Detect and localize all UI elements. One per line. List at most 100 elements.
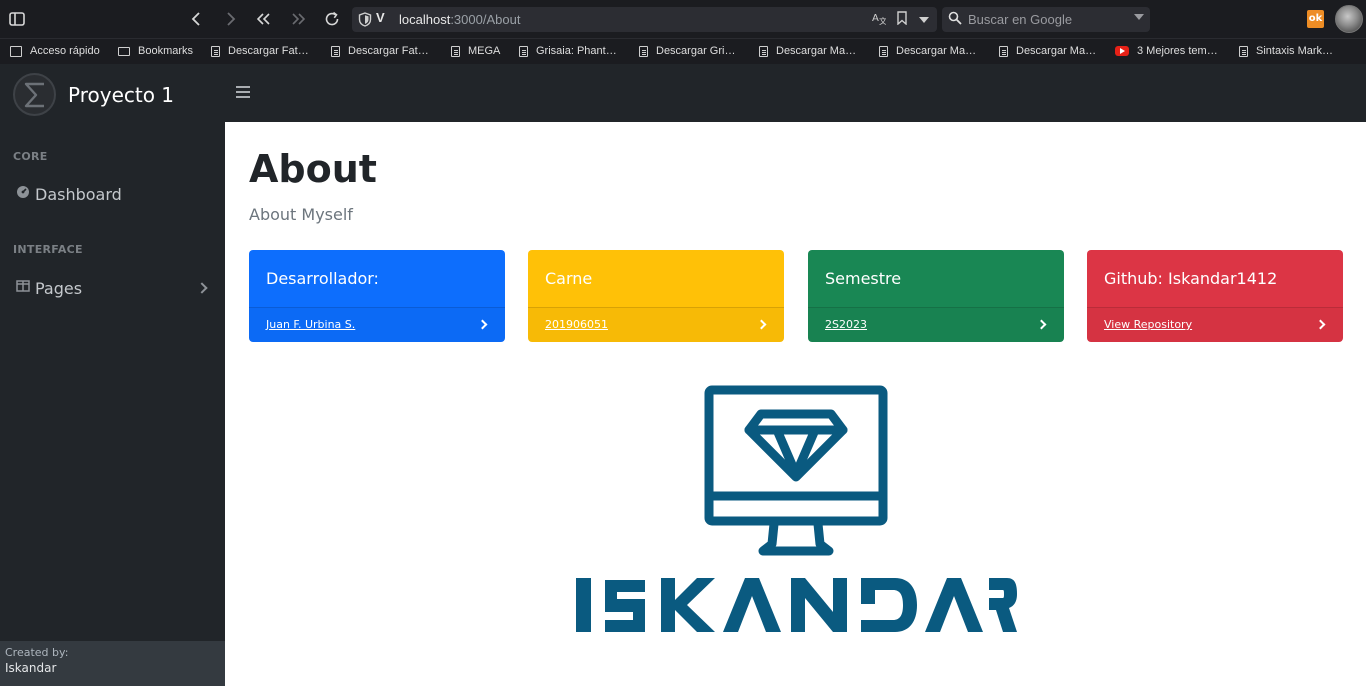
bookmark-item[interactable]: Grisaia: Phant…	[519, 45, 617, 57]
page-icon	[639, 45, 648, 57]
bookmark-label: Sintaxis Mark…	[1256, 45, 1334, 57]
folder-icon	[118, 46, 130, 56]
search-icon	[948, 11, 962, 29]
reload-icon[interactable]	[320, 7, 344, 31]
sidebar-item-label: Pages	[35, 278, 83, 298]
brand-title[interactable]: Proyecto 1	[68, 83, 174, 107]
page-icon	[999, 45, 1008, 57]
card-link[interactable]: View Repository	[1104, 318, 1192, 331]
footer-name: Iskandar	[5, 661, 57, 675]
bookmark-label: Acceso rápido	[30, 45, 100, 57]
card-link[interactable]: 2S2023	[825, 318, 867, 331]
sidebar-heading-interface: INTERFACE	[13, 243, 83, 256]
page-icon	[211, 45, 220, 57]
sidebar-item-dashboard[interactable]: Dashboard	[0, 174, 225, 214]
columns-icon	[16, 280, 30, 296]
profile-avatar[interactable]	[1335, 5, 1363, 33]
bookmark-label: Grisaia: Phant…	[536, 45, 617, 57]
page-icon	[759, 45, 768, 57]
chevron-right-icon	[196, 282, 208, 294]
bookmark-item[interactable]: Acceso rápido	[10, 45, 100, 57]
url-host: localhost	[399, 12, 451, 27]
svg-text:A: A	[872, 13, 879, 24]
bookmark-label: MEGA	[468, 45, 501, 57]
bookmark-label: Descargar Ma…	[1016, 45, 1097, 57]
card-title: Desarrollador:	[266, 269, 379, 288]
page-icon	[331, 45, 340, 57]
card-carne: Carne 201906051	[528, 250, 784, 342]
card-footer[interactable]: View Repository	[1087, 307, 1343, 342]
bookmark-item[interactable]: Descargar Ma…	[879, 45, 976, 57]
card-title: Semestre	[825, 269, 902, 288]
bookmark-label: Descargar Fat…	[228, 45, 309, 57]
bookmark-item[interactable]: Descargar Fat…	[331, 45, 429, 57]
menu-toggle-icon[interactable]	[236, 86, 250, 98]
card-link[interactable]: 201906051	[545, 318, 608, 331]
footer-caption: Created by:	[5, 646, 69, 659]
quick-access-icon	[10, 45, 22, 57]
browser-toolbar: V localhost:3000/About A文 Buscar en Goog…	[0, 0, 1366, 38]
card-footer[interactable]: 201906051	[528, 307, 784, 342]
rewind-icon[interactable]	[252, 7, 276, 31]
bookmark-item[interactable]: Sintaxis Mark…	[1239, 45, 1333, 57]
site-info-icon[interactable]: V	[376, 10, 385, 25]
brand-logo-icon[interactable]	[13, 73, 56, 116]
page-subtitle: About Myself	[249, 205, 353, 224]
card-developer: Desarrollador: Juan F. Urbina S.	[249, 250, 505, 342]
sidebar-item-label: Dashboard	[35, 184, 122, 204]
sidebar-toggle-icon[interactable]	[5, 7, 29, 31]
card-footer[interactable]: Juan F. Urbina S.	[249, 307, 505, 342]
bookmark-icon[interactable]	[897, 11, 907, 29]
bookmark-label: Bookmarks	[138, 45, 194, 57]
bookmark-item[interactable]: Descargar Gri…	[639, 45, 735, 57]
search-engine-dropdown-icon[interactable]	[1134, 14, 1144, 20]
page-title: About	[249, 147, 377, 191]
dashboard-icon	[16, 185, 30, 203]
bookmark-label: Descargar Gri…	[656, 45, 736, 57]
card-footer[interactable]: 2S2023	[808, 307, 1064, 342]
back-icon[interactable]	[184, 7, 208, 31]
bookmark-item[interactable]: MEGA	[451, 45, 500, 57]
chevron-right-icon	[477, 319, 488, 330]
bookmarks-bar: Acceso rápido Bookmarks Descargar Fat… D…	[0, 38, 1366, 64]
sidebar: CORE Dashboard INTERFACE Pages Created b…	[0, 122, 225, 686]
translate-icon[interactable]: A文	[872, 11, 887, 29]
address-bar[interactable]: V localhost:3000/About A文	[352, 7, 937, 32]
bookmark-label: 3 Mejores tem…	[1137, 45, 1218, 57]
bookmark-label: Descargar Ma…	[896, 45, 977, 57]
card-title: Github: Iskandar1412	[1104, 269, 1278, 288]
sidebar-item-pages[interactable]: Pages	[0, 268, 225, 308]
bookmark-item[interactable]: Descargar Ma…	[759, 45, 856, 57]
chevron-right-icon	[1315, 319, 1326, 330]
card-semester: Semestre 2S2023	[808, 250, 1064, 342]
card-github: Github: Iskandar1412 View Repository	[1087, 250, 1343, 342]
bookmark-label: Descargar Fat…	[348, 45, 429, 57]
fast-forward-icon[interactable]	[286, 7, 310, 31]
search-input[interactable]: Buscar en Google	[942, 7, 1150, 32]
bookmark-item[interactable]: Descargar Fat…	[211, 45, 309, 57]
page-icon	[879, 45, 888, 57]
address-dropdown-icon[interactable]	[919, 17, 929, 23]
page-icon	[451, 45, 460, 57]
card-title: Carne	[545, 269, 593, 288]
forward-icon[interactable]	[219, 7, 243, 31]
youtube-icon	[1115, 46, 1129, 56]
iskandar-logo	[576, 385, 1017, 632]
bookmark-label: Descargar Ma…	[776, 45, 857, 57]
page-icon	[1239, 45, 1248, 57]
main-content: About About Myself Desarrollador: Juan F…	[225, 122, 1366, 686]
extension-icon[interactable]: ok	[1307, 10, 1324, 28]
sidebar-footer: Created by: Iskandar	[0, 641, 225, 686]
url-path: :3000/About	[450, 12, 521, 27]
chevron-right-icon	[756, 319, 767, 330]
page-icon	[519, 45, 528, 57]
sidebar-heading-core: CORE	[13, 150, 48, 163]
svg-text:文: 文	[879, 16, 886, 25]
top-navbar: Proyecto 1	[0, 64, 1366, 122]
bookmark-item[interactable]: 3 Mejores tem…	[1115, 45, 1218, 57]
shield-icon[interactable]	[358, 12, 372, 27]
url-text[interactable]: localhost:3000/About	[399, 12, 520, 27]
card-link[interactable]: Juan F. Urbina S.	[266, 318, 355, 331]
bookmark-item[interactable]: Bookmarks	[118, 45, 193, 57]
bookmark-item[interactable]: Descargar Ma…	[999, 45, 1096, 57]
